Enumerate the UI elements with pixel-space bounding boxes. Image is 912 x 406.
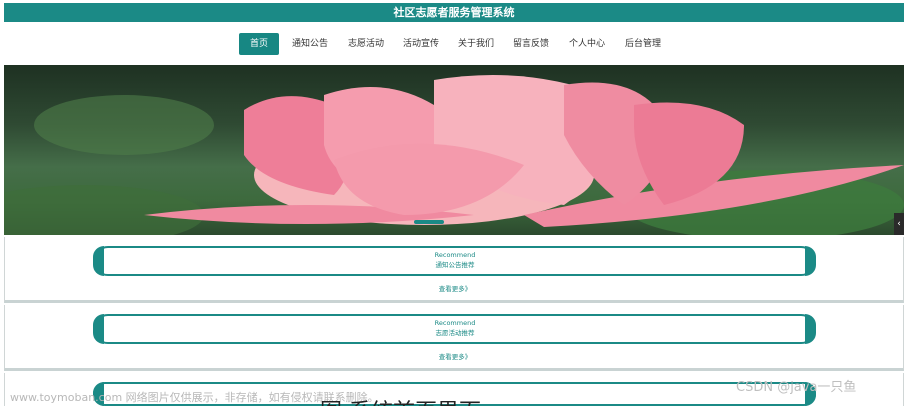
nav-item-activity-promotion[interactable]: 活动宣传 xyxy=(403,33,439,55)
main-nav: 首页 通知公告 志愿活动 活动宣传 关于我们 留言反馈 个人中心 后台管理 xyxy=(0,22,912,65)
view-more-link[interactable]: 查看更多》 xyxy=(5,283,905,293)
lotus-flower-image xyxy=(4,75,904,235)
site-title: 社区志愿者服务管理系统 xyxy=(393,6,515,19)
watermark-right: CSDN @java一只鱼 xyxy=(736,380,857,395)
notice-recommend-section: Recommend 通知公告推荐 查看更多》 xyxy=(4,237,904,303)
nav-item-volunteer-activities[interactable]: 志愿活动 xyxy=(348,33,384,55)
nav-item-admin[interactable]: 后台管理 xyxy=(625,33,661,55)
nav-item-home[interactable]: 首页 xyxy=(239,33,279,55)
nav-item-about-us[interactable]: 关于我们 xyxy=(458,33,494,55)
section-heading-zh: 志愿活动推荐 xyxy=(435,329,475,337)
section-heading-zh: 通知公告推荐 xyxy=(435,261,475,269)
nav-item-notices[interactable]: 通知公告 xyxy=(292,33,328,55)
view-more-link[interactable]: 查看更多》 xyxy=(5,351,905,361)
nav-item-user-center[interactable]: 个人中心 xyxy=(569,33,605,55)
section-heading-en: Recommend xyxy=(434,319,476,327)
figure-caption: 图 系统首页界面 xyxy=(320,394,481,406)
section-heading-en: Recommend xyxy=(434,251,476,259)
banner-next-arrow[interactable]: ‹ xyxy=(894,213,904,235)
hero-banner[interactable]: ‹ xyxy=(4,65,904,235)
nav-item-feedback[interactable]: 留言反馈 xyxy=(513,33,549,55)
site-title-bar: 社区志愿者服务管理系统 xyxy=(4,3,904,22)
activity-recommend-section: Recommend 志愿活动推荐 查看更多》 xyxy=(4,305,904,371)
